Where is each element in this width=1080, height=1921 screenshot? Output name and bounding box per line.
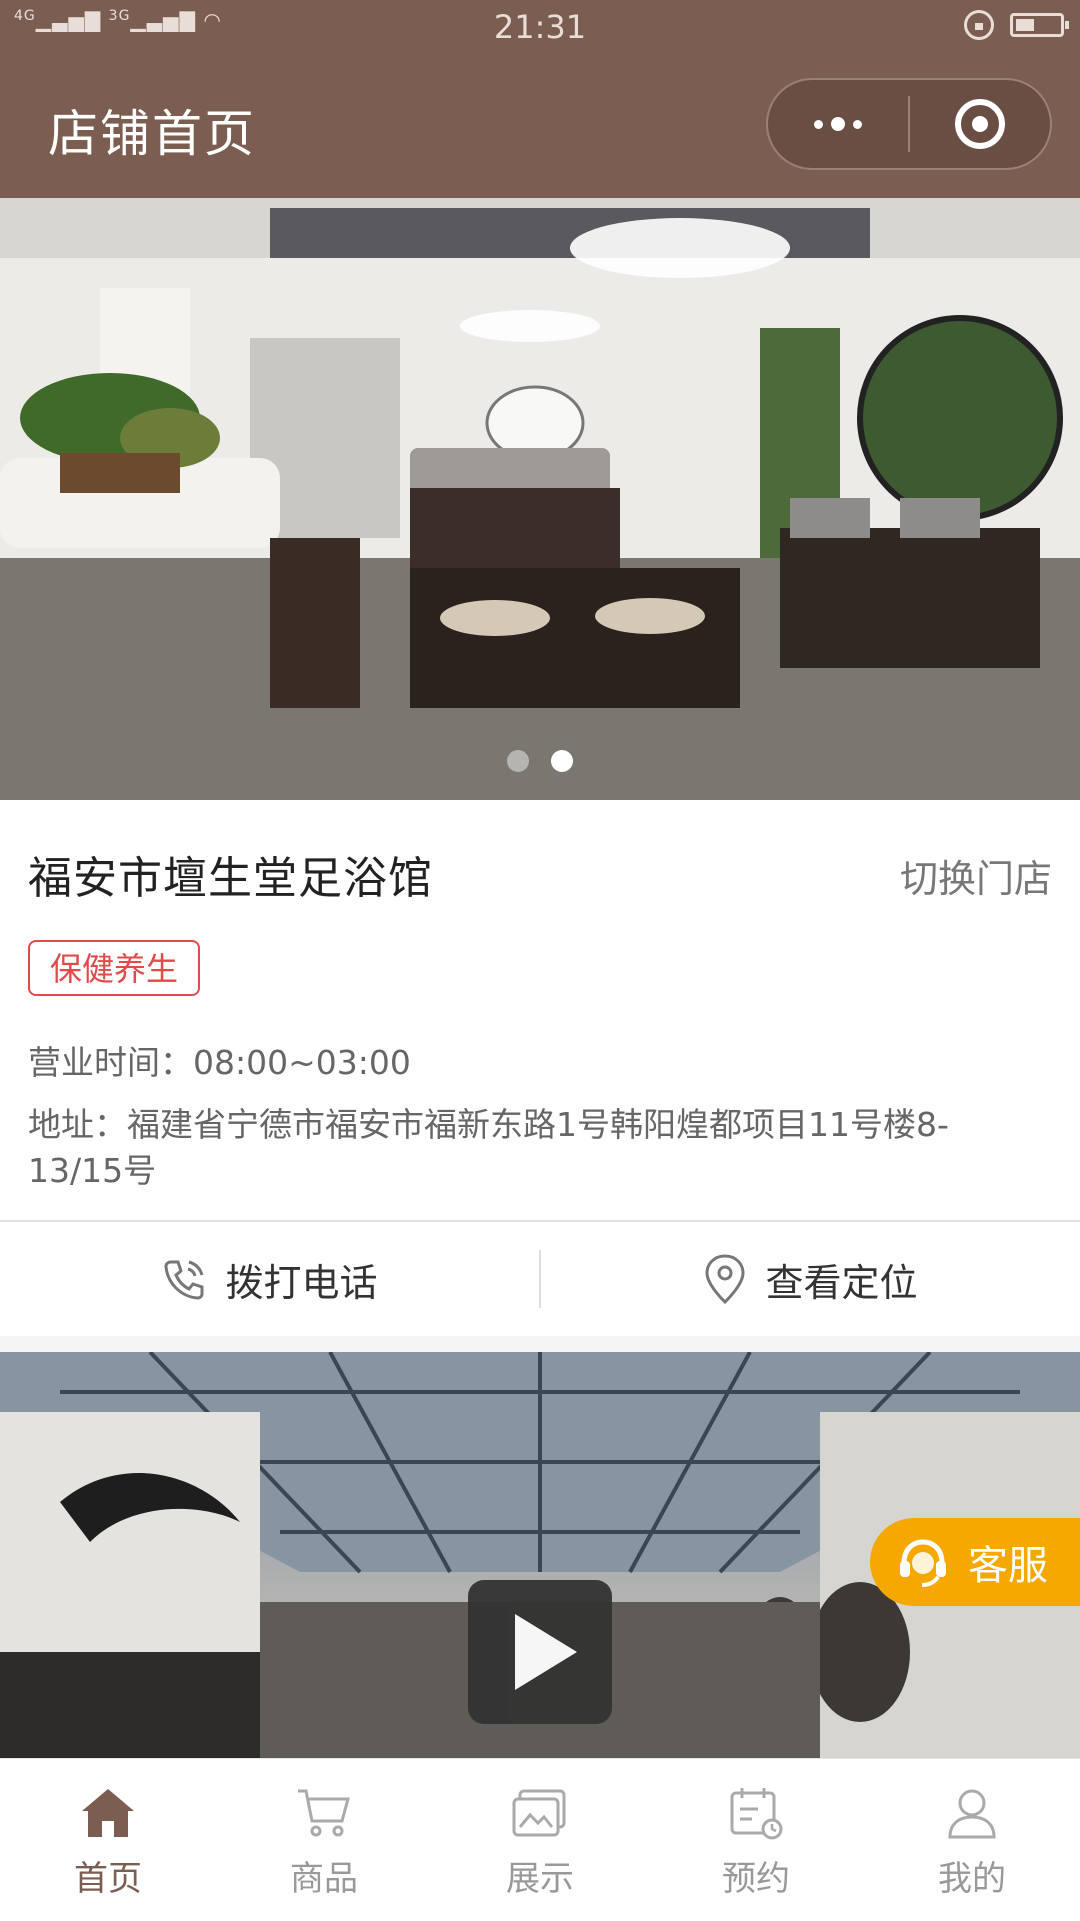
tab-products-label: 商品 <box>290 1859 358 1899</box>
bottom-tab-bar: 首页 商品 展示 预约 我的 <box>0 1758 1080 1921</box>
call-label: 拨打电话 <box>225 1260 378 1305</box>
tab-home-label: 首页 <box>74 1859 142 1899</box>
status-bar: 4G▁▃▅▇ 3G▁▃▅▇ ◠ 21:31 <box>0 0 1080 56</box>
cart-icon <box>298 1789 350 1837</box>
call-button[interactable]: 拨打电话 <box>0 1222 539 1336</box>
page-title: 店铺首页 <box>48 105 256 163</box>
status-time: 21:31 <box>493 8 587 46</box>
tab-home[interactable]: 首页 <box>0 1759 216 1921</box>
calendar-icon <box>730 1788 783 1840</box>
home-icon <box>82 1789 134 1837</box>
tab-booking-label: 预约 <box>722 1859 790 1899</box>
store-actions: 拨打电话 查看定位 <box>0 1222 1080 1336</box>
banner-photo <box>0 198 1080 800</box>
category-tag: 保健养生 <box>28 940 201 996</box>
play-video-button[interactable] <box>468 1580 612 1724</box>
store-banner-carousel[interactable] <box>0 198 1080 800</box>
view-location-button[interactable]: 查看定位 <box>541 1222 1080 1336</box>
carousel-indicators <box>0 750 1080 772</box>
phone-icon <box>161 1256 207 1302</box>
tab-profile[interactable]: 我的 <box>864 1759 1080 1921</box>
carousel-dot-active[interactable] <box>551 750 573 772</box>
gallery-icon <box>512 1789 566 1837</box>
miniprogram-capsule <box>766 78 1052 170</box>
user-icon <box>948 1789 996 1839</box>
tab-gallery-label: 展示 <box>506 1859 574 1899</box>
tab-products[interactable]: 商品 <box>216 1759 432 1921</box>
rotation-lock-icon <box>964 10 994 40</box>
more-button[interactable] <box>768 80 908 168</box>
store-name: 福安市壇生堂足浴馆 <box>28 853 433 904</box>
navigation-bar: 店铺首页 <box>0 56 1080 198</box>
tab-booking[interactable]: 预约 <box>648 1759 864 1921</box>
tab-profile-label: 我的 <box>938 1859 1006 1899</box>
headset-icon <box>894 1533 952 1591</box>
service-label: 客服 <box>968 1543 1048 1589</box>
location-label: 查看定位 <box>765 1260 918 1305</box>
store-info-card: 福安市壇生堂足浴馆 切换门店 保健养生 营业时间：08:00~03:00 地址：… <box>0 800 1080 1222</box>
more-dots-icon <box>814 117 862 131</box>
close-miniprogram-button[interactable] <box>910 80 1050 168</box>
location-pin-icon <box>703 1253 747 1305</box>
target-circle-icon <box>954 99 1005 149</box>
store-address: 地址：福建省宁德市福安市福新东路1号韩阳煌都项目11号楼8-13/15号 <box>28 1105 949 1190</box>
play-icon <box>515 1614 577 1690</box>
business-hours: 营业时间：08:00~03:00 <box>28 1043 411 1082</box>
customer-service-button[interactable]: 客服 <box>870 1518 1080 1606</box>
tab-gallery[interactable]: 展示 <box>432 1759 648 1921</box>
battery-icon <box>1010 13 1069 37</box>
switch-store-link[interactable]: 切换门店 <box>900 848 1052 903</box>
carousel-dot[interactable] <box>507 750 529 772</box>
